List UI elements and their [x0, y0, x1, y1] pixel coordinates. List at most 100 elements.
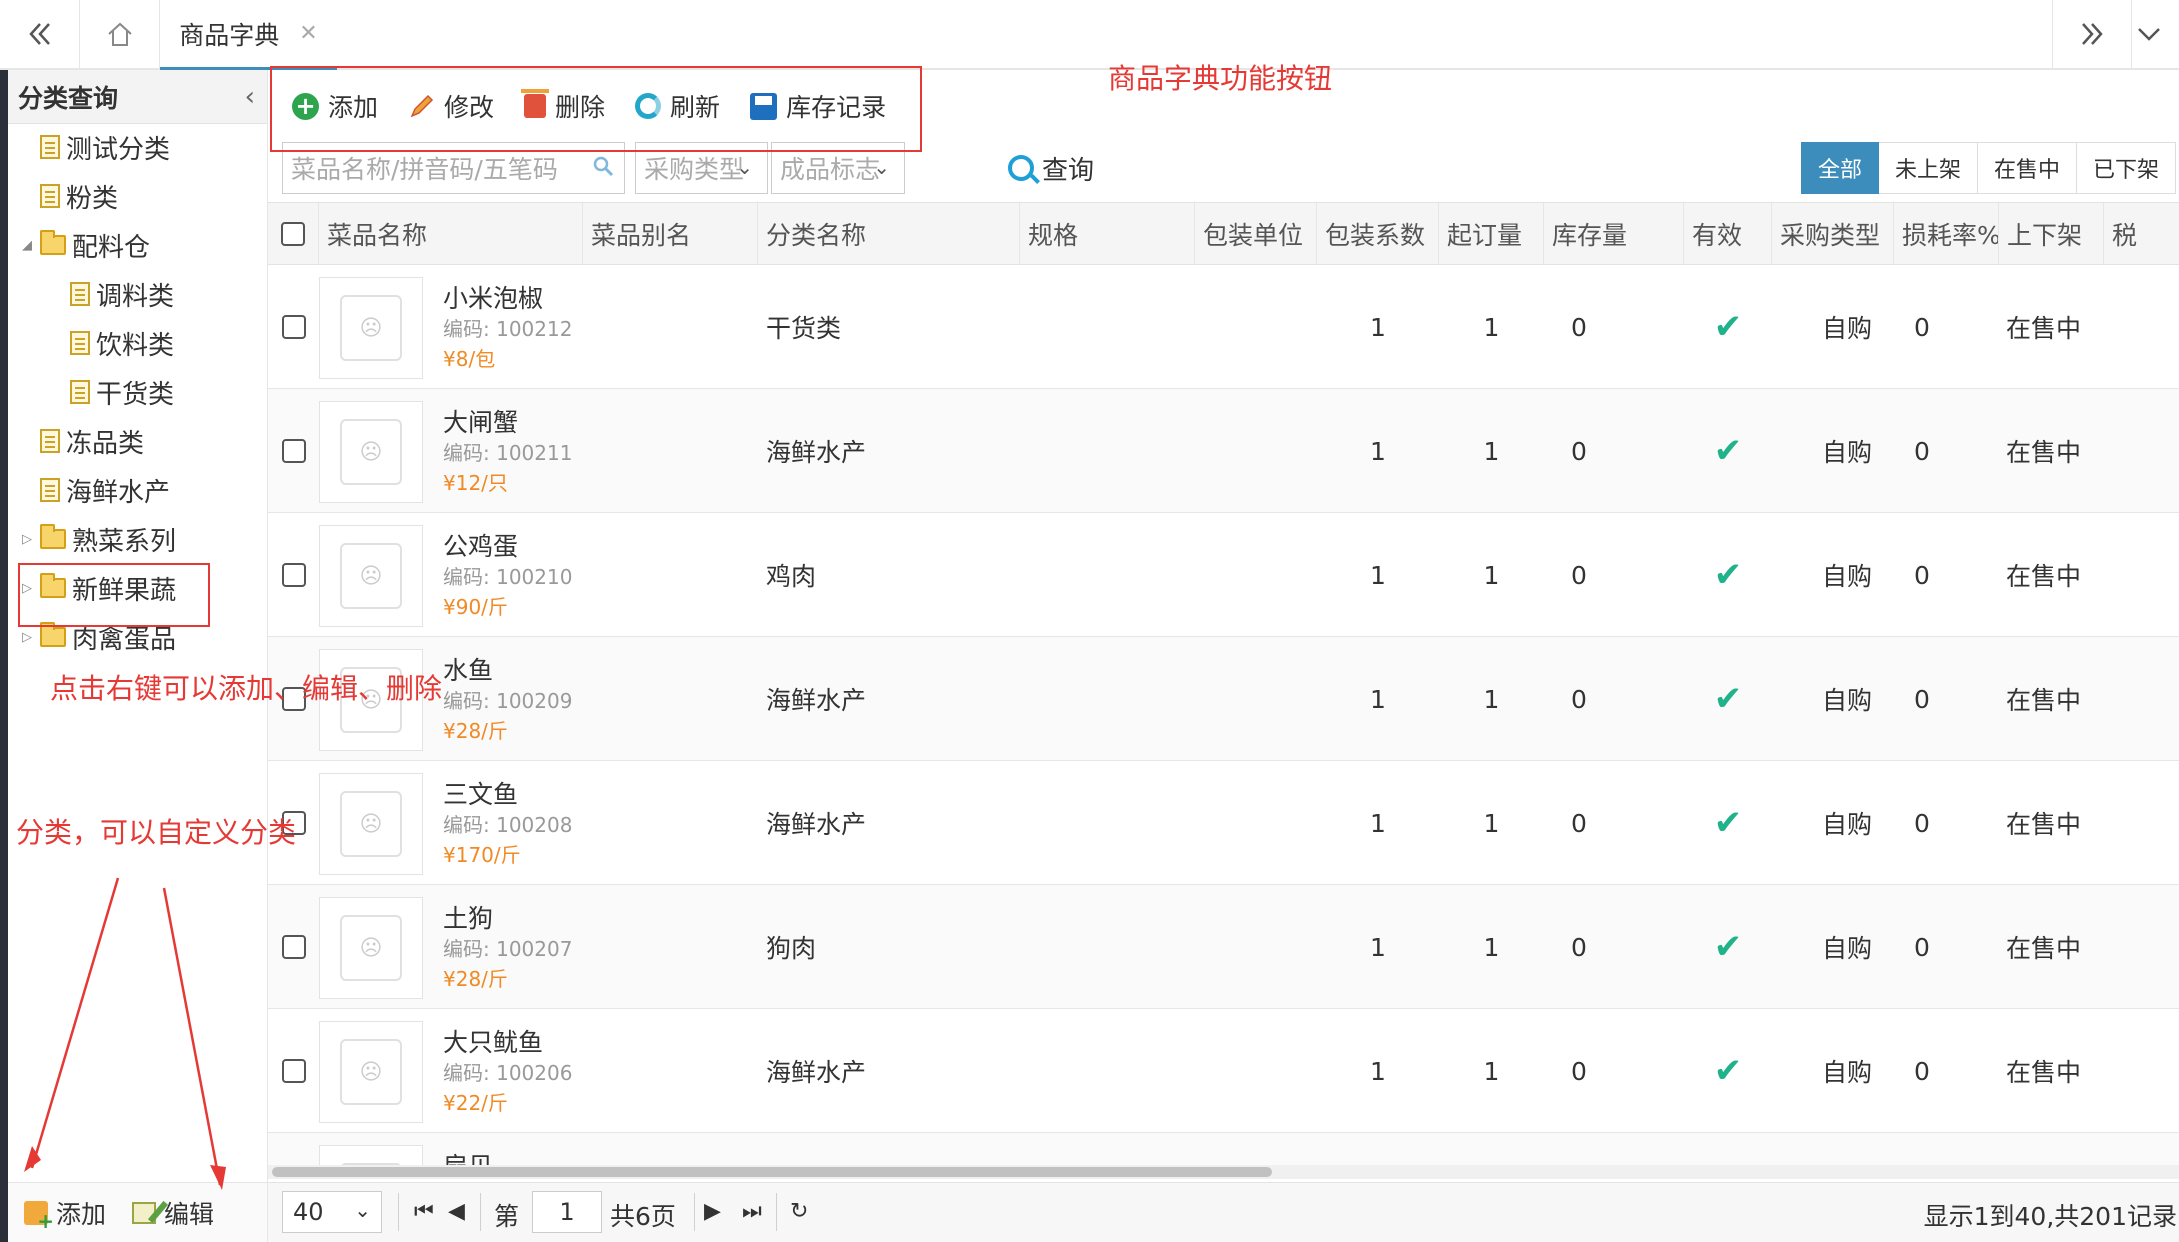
product-code: 编码: 100210 [443, 565, 573, 589]
app-window: 商品字典 ✕ 分类查询 ‹ 测试分类 粉类 ◢ 配料仓 调料类 饮料类 干货类 … [0, 0, 2179, 1242]
chevron-down-icon: ⌄ [354, 1198, 371, 1222]
separator [694, 1193, 695, 1231]
category-cell: 海鲜水产 [766, 1058, 867, 1087]
pack-factor-cell: 1 [1370, 560, 1386, 590]
min-order-cell: 1 [1483, 932, 1500, 962]
product-code: 编码: 100206 [443, 1061, 573, 1085]
separator [480, 1193, 481, 1231]
records-summary: 显示1到40,共201记录 [1923, 1202, 2177, 1231]
category-cell: 干货类 [766, 314, 842, 343]
product-price: ¥28/斤 [443, 967, 508, 991]
product-name: 小米泡椒 [443, 284, 544, 313]
no-image-placeholder-icon: ☹ [340, 543, 402, 609]
stock-cell: 0 [1571, 1056, 1587, 1086]
shelf-status-cell: 在售中 [2006, 686, 2082, 715]
first-page-icon[interactable]: ⏮ [414, 1199, 434, 1224]
loss-rate-cell: 0 [1914, 312, 1930, 342]
product-price: ¥170/斤 [443, 843, 521, 867]
col-header-loss-rate[interactable]: 损耗率% [1894, 203, 1999, 265]
pack-factor-cell: 1 [1370, 436, 1386, 466]
last-page-icon[interactable]: ⏭ [742, 1199, 762, 1224]
col-header-pack-unit[interactable]: 包装单位 [1195, 203, 1317, 265]
purchase-type-cell: 自购 [1822, 438, 1873, 467]
status-on-sale-button[interactable]: 在售中 [1978, 142, 2078, 194]
status-delisted-button[interactable]: 已下架 [2077, 142, 2177, 194]
table-row[interactable]: ☹ 公鸡蛋 编码: 100210 ¥90/斤 鸡肉 1 1 0 ✔ 自购 0 在售中 [268, 513, 2179, 637]
min-order-cell: 1 [1483, 1056, 1500, 1086]
close-icon[interactable]: ✕ [299, 21, 317, 46]
product-thumbnail: ☹ [319, 773, 423, 875]
col-header-stock[interactable]: 库存量 [1544, 203, 1684, 265]
table-row[interactable]: ☹ 大闸蟹 编码: 100211 ¥12/只 海鲜水产 1 1 0 ✔ 自购 0 在售中 [268, 389, 2179, 513]
table-row[interactable]: ☹ 水鱼 编码: 100209 ¥28/斤 海鲜水产 1 1 0 ✔ 自购 0 在售中 [268, 637, 2179, 761]
no-image-placeholder-icon: ☹ [340, 419, 402, 485]
prev-page-icon[interactable]: ◀ [448, 1199, 465, 1224]
table-header: 菜品名称 菜品别名 分类名称 规格 包装单位 包装系数 起订量 库存量 有效 采… [268, 203, 2179, 265]
no-image-placeholder-icon: ☹ [340, 295, 402, 361]
pagination-bar: 40 ⌄ ⏮ ◀ 第 1 共6页 ▶ ⏭ ↻ 显示1到40,共201记录 [268, 1182, 2179, 1242]
loss-rate-cell: 0 [1914, 808, 1930, 838]
category-cell: 海鲜水产 [766, 438, 867, 467]
query-button[interactable]: 查询 [1008, 142, 1094, 194]
loss-rate-cell: 0 [1914, 1056, 1930, 1086]
table-row[interactable]: ☹ 小米泡椒 编码: 100212 ¥8/包 干货类 1 1 0 ✔ 自购 0 在售中 [268, 265, 2179, 389]
annotation-arrows [24, 877, 226, 1190]
col-header-shelf-status[interactable]: 上下架 [1999, 203, 2104, 265]
shelf-status-cell: 在售中 [2006, 810, 2082, 839]
category-cell: 狗肉 [766, 934, 817, 963]
category-cell: 海鲜水产 [766, 686, 867, 715]
purchase-type-cell: 自购 [1822, 562, 1873, 591]
product-price: ¥28/斤 [443, 719, 508, 743]
tab-menu-dropdown[interactable] [2118, 0, 2179, 68]
col-header-spec[interactable]: 规格 [1020, 203, 1195, 265]
checkmark-icon: ✔ [1713, 431, 1743, 471]
no-image-placeholder-icon: ☹ [340, 791, 402, 857]
table-row[interactable]: ☹ 土狗 编码: 100207 ¥28/斤 狗肉 1 1 0 ✔ 自购 0 在售中 [268, 885, 2179, 1009]
main-panel: + 添加 修改 删除 刷新 库存记录 菜品名称/拼音码/五笔码 采购类型 ⌄ 成… [268, 70, 2179, 1242]
product-name: 公鸡蛋 [443, 532, 519, 561]
product-code: 编码: 100208 [443, 813, 573, 837]
next-page-icon[interactable]: ▶ [704, 1199, 721, 1224]
product-name: 水鱼 [443, 656, 494, 685]
reload-icon[interactable]: ↻ [790, 1199, 808, 1224]
status-all-button[interactable]: 全部 [1801, 142, 1880, 194]
product-flag-placeholder: 成品标志 [780, 155, 881, 184]
col-header-category[interactable]: 分类名称 [758, 203, 1020, 265]
loss-rate-cell: 0 [1914, 560, 1930, 590]
checkmark-icon: ✔ [1713, 927, 1743, 967]
col-header-tax[interactable]: 税 [2104, 203, 2179, 265]
no-image-placeholder-icon: ☹ [340, 915, 402, 981]
horizontal-scrollbar[interactable] [268, 1165, 2179, 1179]
min-order-cell: 1 [1483, 436, 1500, 466]
status-not-listed-button[interactable]: 未上架 [1879, 142, 1979, 194]
checkmark-icon: ✔ [1713, 803, 1743, 843]
stock-cell: 0 [1571, 312, 1587, 342]
col-header-alias[interactable]: 菜品别名 [583, 203, 758, 265]
min-order-cell: 1 [1483, 684, 1500, 714]
checkmark-icon: ✔ [1713, 1051, 1743, 1091]
table-row[interactable]: ☹ 大只鱿鱼 编码: 100206 ¥22/斤 海鲜水产 1 1 0 ✔ 自购 0 在售中 [268, 1009, 2179, 1133]
valid-cell: ✔ [1684, 389, 1772, 513]
table-row[interactable]: ☹ 三文鱼 编码: 100208 ¥170/斤 海鲜水产 1 1 0 ✔ 自购 0 在售中 [268, 761, 2179, 885]
product-name: 三文鱼 [443, 780, 519, 809]
product-thumbnail: ☹ [319, 525, 423, 627]
shelf-status-cell: 在售中 [2006, 314, 2082, 343]
shelf-status-cell: 在售中 [2006, 438, 2082, 467]
product-thumbnail: ☹ [319, 897, 423, 999]
product-code: 编码: 100211 [443, 441, 573, 465]
no-image-placeholder-icon: ☹ [340, 1039, 402, 1105]
product-price: ¥22/斤 [443, 1091, 508, 1115]
product-thumbnail: ☹ [319, 1021, 423, 1123]
col-header-valid[interactable]: 有效 [1684, 203, 1772, 265]
col-header-purchase-type[interactable]: 采购类型 [1772, 203, 1894, 265]
chevron-down-icon: ⌄ [873, 155, 890, 179]
status-filter-group: 全部 未上架 在售中 已下架 [1801, 142, 2177, 194]
col-header-name[interactable]: 菜品名称 [319, 203, 583, 265]
separator [776, 1193, 777, 1231]
product-code: 编码: 100209 [443, 689, 573, 713]
col-header-pack-factor[interactable]: 包装系数 [1317, 203, 1439, 265]
scrollbar-thumb[interactable] [272, 1167, 1272, 1177]
top-tab-bar: 商品字典 ✕ [0, 0, 2179, 70]
current-page-input[interactable]: 1 [532, 1191, 602, 1233]
col-header-min-order[interactable]: 起订量 [1439, 203, 1544, 265]
